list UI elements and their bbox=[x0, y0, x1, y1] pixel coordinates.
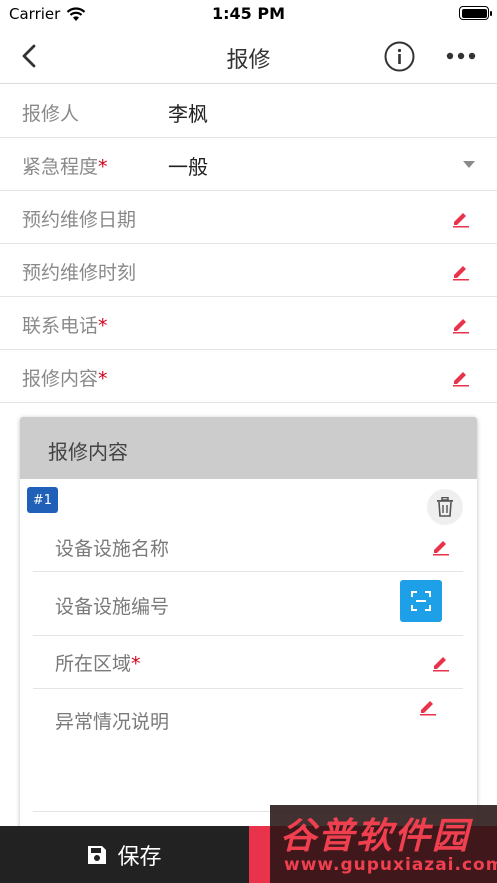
abnormal-description-row[interactable]: 异常情况说明 bbox=[33, 689, 463, 812]
urgency-label: 紧急程度* bbox=[22, 156, 108, 178]
urgency-row[interactable]: 紧急程度* 一般 bbox=[0, 138, 497, 191]
content-row[interactable]: 报修内容* bbox=[0, 350, 497, 403]
nav-bar: 报修 bbox=[0, 28, 497, 84]
edit-icon[interactable] bbox=[418, 696, 438, 716]
edit-icon[interactable] bbox=[431, 536, 451, 556]
area-label: 所在区域* bbox=[55, 653, 141, 675]
appointment-time-row[interactable]: 预约维修时刻 bbox=[0, 244, 497, 297]
edit-icon[interactable] bbox=[451, 208, 471, 228]
card-header: 报修内容 bbox=[20, 417, 477, 479]
phone-row[interactable]: 联系电话* bbox=[0, 297, 497, 350]
battery-icon bbox=[459, 6, 492, 20]
edit-icon[interactable] bbox=[451, 314, 471, 334]
repair-content-card: 报修内容 #1 设备设施名称 设备设施编号 所在区域* 异常情况说明 bbox=[20, 417, 477, 837]
card-title: 报修内容 bbox=[48, 440, 128, 464]
edit-icon[interactable] bbox=[451, 261, 471, 281]
area-row[interactable]: 所在区域* bbox=[33, 636, 463, 689]
required-mark: * bbox=[98, 368, 108, 390]
required-mark: * bbox=[98, 315, 108, 337]
facility-name-label: 设备设施名称 bbox=[55, 538, 170, 560]
trash-icon bbox=[437, 497, 453, 517]
facility-code-row[interactable]: 设备设施编号 bbox=[33, 572, 463, 636]
scan-button[interactable] bbox=[400, 580, 442, 622]
save-button[interactable]: 保存 bbox=[0, 826, 249, 883]
item-number-badge: #1 bbox=[27, 487, 58, 513]
more-icon[interactable] bbox=[445, 44, 477, 68]
status-time: 1:45 PM bbox=[211, 4, 285, 23]
urgency-select[interactable]: 一般 bbox=[168, 151, 208, 180]
phone-label: 联系电话* bbox=[22, 315, 108, 337]
required-mark: * bbox=[131, 653, 141, 675]
watermark-url: www.gupuxiazai.com bbox=[284, 855, 497, 875]
abnormal-description-label: 异常情况说明 bbox=[55, 711, 170, 733]
facility-name-row[interactable]: 设备设施名称 bbox=[33, 524, 463, 572]
reporter-row: 报修人 李枫 bbox=[0, 85, 497, 138]
watermark: 谷普软件园 www.gupuxiazai.com bbox=[270, 805, 497, 883]
appointment-date-label: 预约维修日期 bbox=[22, 209, 137, 231]
content-label: 报修内容* bbox=[22, 368, 108, 390]
reporter-label: 报修人 bbox=[22, 103, 80, 125]
save-icon bbox=[88, 845, 107, 864]
watermark-title: 谷普软件园 bbox=[280, 816, 471, 857]
appointment-date-row[interactable]: 预约维修日期 bbox=[0, 191, 497, 244]
facility-code-label: 设备设施编号 bbox=[55, 596, 170, 618]
reporter-value: 李枫 bbox=[168, 102, 208, 126]
info-icon[interactable] bbox=[384, 41, 415, 72]
repair-form: 报修人 李枫 紧急程度* 一般 预约维修日期 预约维修时刻 联系电话* 报修内容… bbox=[0, 85, 497, 403]
save-label: 保存 bbox=[117, 844, 162, 870]
appointment-time-label: 预约维修时刻 bbox=[22, 262, 137, 284]
edit-icon[interactable] bbox=[431, 652, 451, 672]
required-mark: * bbox=[98, 156, 108, 178]
status-bar: Carrier 1:45 PM bbox=[0, 0, 497, 28]
edit-icon[interactable] bbox=[451, 367, 471, 387]
dropdown-arrow-icon[interactable] bbox=[463, 161, 475, 168]
page-title: 报修 bbox=[226, 48, 271, 73]
scan-icon bbox=[411, 591, 431, 611]
delete-button[interactable] bbox=[427, 489, 463, 525]
